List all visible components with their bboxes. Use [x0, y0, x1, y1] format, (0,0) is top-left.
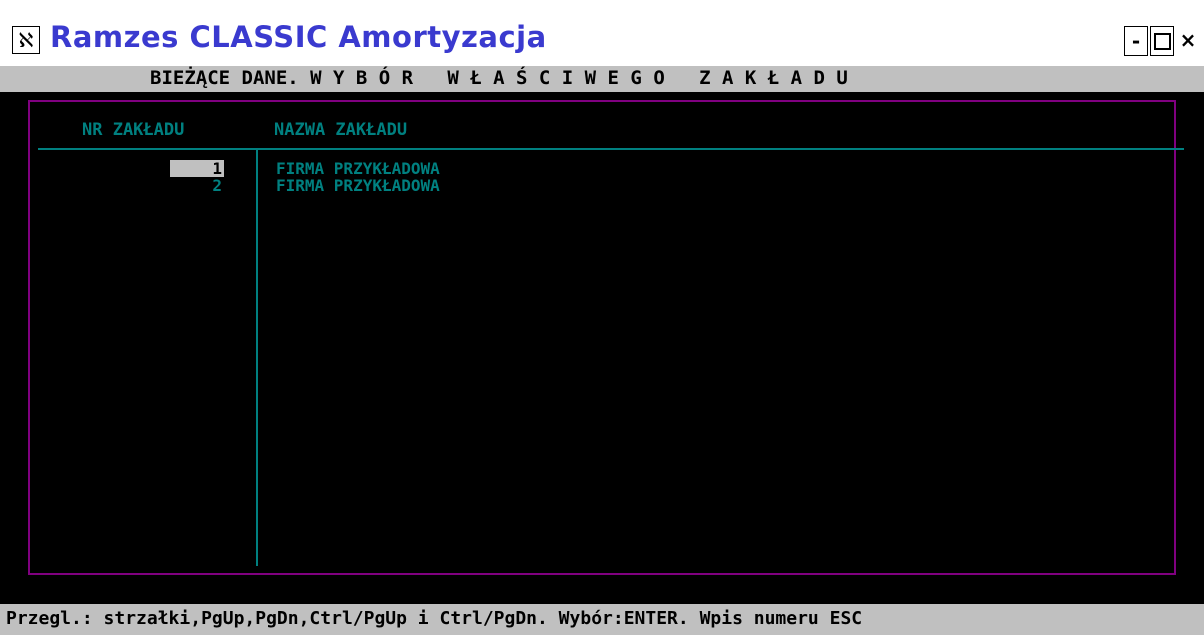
status-bar: Przegl.: strzałki,PgUp,PgDn,Ctrl/PgUp i …	[0, 604, 1204, 635]
row-name[interactable]: FIRMA PRZYKŁADOWA	[276, 177, 440, 194]
plant-selection-frame: NR ZAKŁADU NAZWA ZAKŁADU 1 FIRMA PRZYKŁA…	[28, 100, 1184, 575]
column-header-name: NAZWA ZAKŁADU	[274, 120, 408, 140]
maximize-button[interactable]	[1150, 26, 1174, 56]
row-nr[interactable]: 2	[170, 177, 224, 194]
app-window: ℵ Ramzes CLASSIC Amortyzacja - × BIEŻĄCE…	[0, 0, 1204, 635]
row-nr-selected[interactable]: 1	[170, 160, 224, 177]
status-hint: Przegl.: strzałki,PgUp,PgDn,Ctrl/PgUp i …	[6, 608, 863, 629]
app-icon[interactable]: ℵ	[12, 26, 40, 54]
column-divider	[256, 148, 258, 566]
column-header-nr: NR ZAKŁADU	[82, 120, 185, 140]
close-button[interactable]: ×	[1176, 26, 1200, 56]
title-bar[interactable]: ℵ Ramzes CLASSIC Amortyzacja - ×	[0, 0, 1204, 66]
maximize-icon	[1153, 32, 1171, 50]
header-divider	[38, 148, 1184, 150]
table-row[interactable]: 1 FIRMA PRZYKŁADOWA	[30, 160, 1130, 177]
screen-header: BIEŻĄCE DANE. W Y B Ó R W Ł A Ś C I W E …	[0, 66, 1204, 92]
window-title: Ramzes CLASSIC Amortyzacja	[50, 20, 547, 54]
screen-header-text: BIEŻĄCE DANE. W Y B Ó R W Ł A Ś C I W E …	[150, 67, 848, 89]
row-name[interactable]: FIRMA PRZYKŁADOWA	[276, 160, 440, 177]
table-row[interactable]: 2 FIRMA PRZYKŁADOWA	[30, 177, 1130, 194]
minimize-button[interactable]: -	[1124, 26, 1148, 56]
